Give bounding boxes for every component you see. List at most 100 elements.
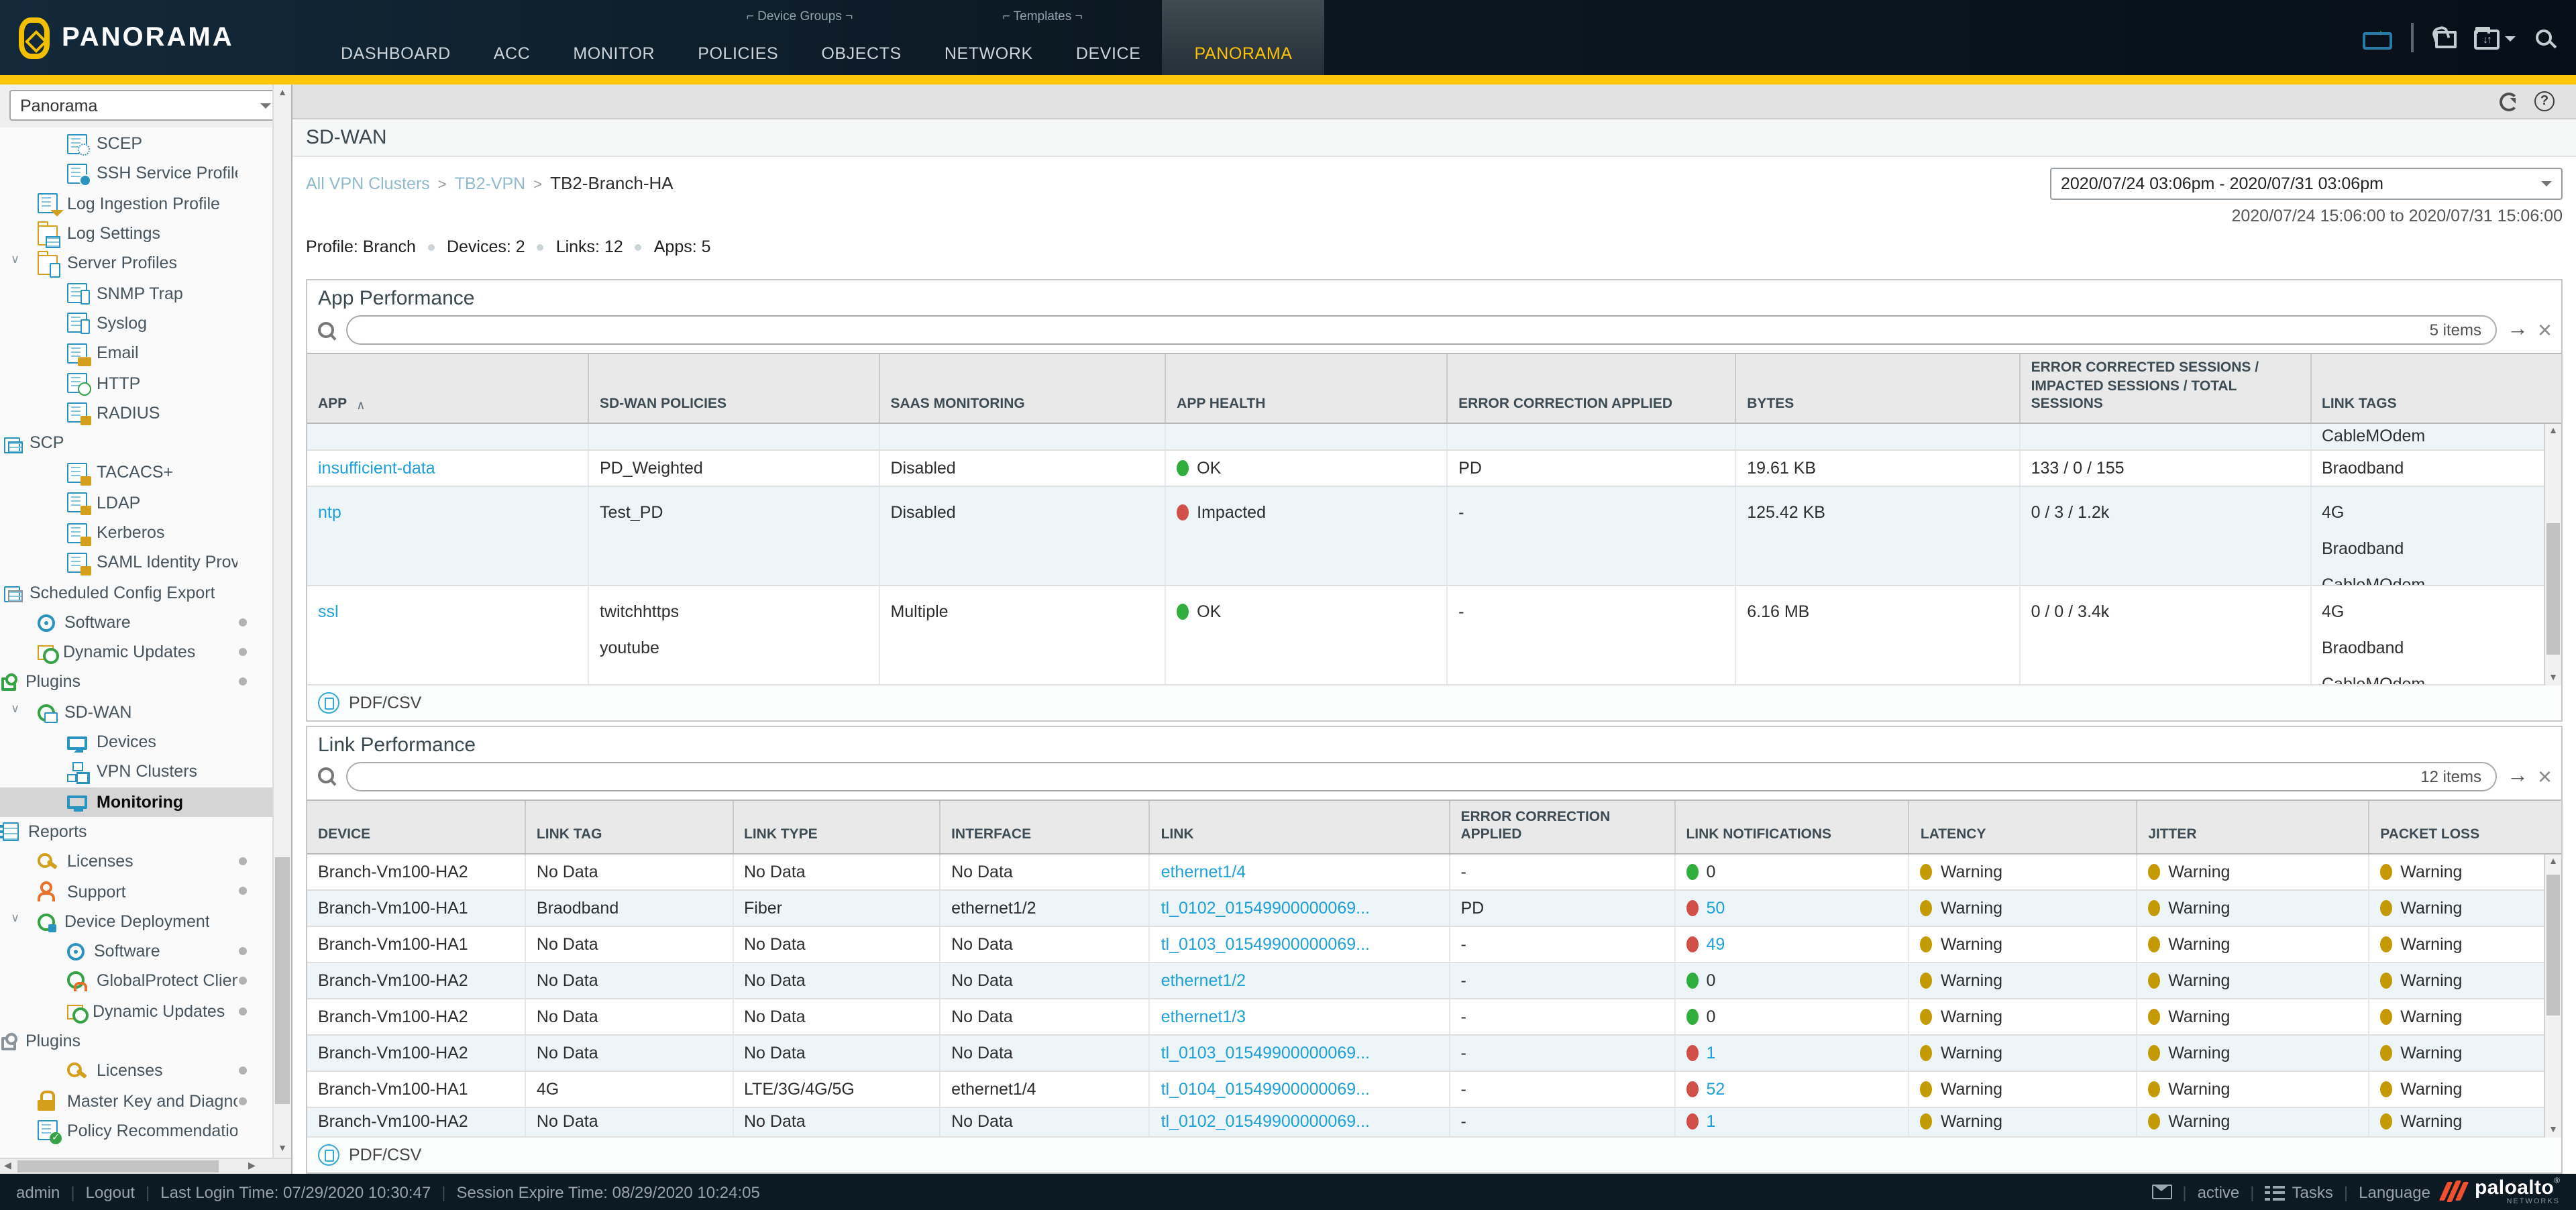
apply-filter-icon[interactable]: → <box>2507 766 2528 787</box>
sidebar-item-log-ingestion-profile[interactable]: Log Ingestion Profile <box>0 188 291 219</box>
sidebar-item-plugins[interactable]: Plugins <box>0 1026 291 1056</box>
table-row[interactable]: ntpTest_PDDisabledImpacted-125.42 KB0 / … <box>307 487 2561 586</box>
link[interactable]: insufficient-data <box>318 459 435 478</box>
scrollbar-thumb[interactable] <box>2546 874 2560 1015</box>
breadcrumb-item-tb2-vpn[interactable]: TB2-VPN <box>455 174 526 193</box>
sidebar-item-saml-identity-provider[interactable]: SAML Identity Provider <box>0 547 291 578</box>
link[interactable]: ethernet1/2 <box>1161 971 1246 990</box>
clear-filter-icon[interactable]: × <box>2538 319 2552 341</box>
sidebar-item-radius[interactable]: RADIUS <box>0 398 291 428</box>
app-performance-search-input[interactable]: 5 items <box>346 315 2498 345</box>
column-header-app[interactable]: APP∧ <box>307 354 589 423</box>
sidebar-item-scep[interactable]: SCEP <box>0 129 291 159</box>
sidebar-item-email[interactable]: Email <box>0 338 291 368</box>
column-header-link-tag[interactable]: LINK TAG <box>526 801 733 853</box>
column-header-link-notifications[interactable]: LINK NOTIFICATIONS <box>1675 801 1909 853</box>
tab-panorama[interactable]: PANORAMA <box>1163 0 1325 75</box>
clear-filter-icon[interactable]: × <box>2538 766 2552 787</box>
sidebar-item-policy-recommendation[interactable]: Policy Recommendation <box>0 1116 291 1146</box>
link[interactable]: 1 <box>1706 1044 1715 1062</box>
export-pdf-csv-button[interactable]: PDF/CSV <box>349 1146 421 1164</box>
scroll-up-icon[interactable]: ▲ <box>274 89 291 98</box>
column-header-link-type[interactable]: LINK TYPE <box>733 801 941 853</box>
link-performance-search-input[interactable]: 12 items <box>346 762 2498 791</box>
table-row[interactable]: Branch-Vm100-HA2No DataNo DataNo Dataeth… <box>307 963 2561 999</box>
column-header-error-corrected-sessions-impacted-sessions-total-sessions[interactable]: ERROR CORRECTED SESSIONS / IMPACTED SESS… <box>2021 354 2311 423</box>
tab-dashboard[interactable]: DASHBOARD <box>319 0 472 75</box>
link[interactable]: 49 <box>1706 935 1725 954</box>
link[interactable]: ssl <box>318 602 339 621</box>
scroll-down-icon[interactable]: ▼ <box>2545 1125 2561 1135</box>
language-button[interactable]: Language <box>2359 1182 2430 1201</box>
scroll-down-icon[interactable]: ▼ <box>2545 673 2561 683</box>
sidebar-item-tacacs[interactable]: TACACS+ <box>0 458 291 488</box>
sidebar-item-monitoring[interactable]: Monitoring <box>0 787 291 817</box>
column-header-error-correction-applied[interactable]: ERROR CORRECTION APPLIED <box>1450 801 1675 853</box>
column-header-device[interactable]: DEVICE <box>307 801 526 853</box>
link[interactable]: tl_0104_01549900000069... <box>1161 1080 1370 1099</box>
sidebar-item-globalprotect-client[interactable]: GlobalProtect Client <box>0 967 291 997</box>
tasks-icon[interactable] <box>2265 1184 2286 1200</box>
logout-button[interactable]: Logout <box>86 1182 135 1201</box>
column-header-link[interactable]: LINK <box>1150 801 1450 853</box>
sidebar-item-snmp-trap[interactable]: SNMP Trap <box>0 278 291 309</box>
sidebar-item-master-key-and-diagnostics[interactable]: Master Key and Diagnostics <box>0 1086 291 1116</box>
sidebar-horizontal-scrollbar[interactable]: ◀ ▶ <box>0 1158 291 1174</box>
scrollbar-thumb[interactable] <box>2546 523 2560 654</box>
table-row[interactable]: CableMOdem <box>307 424 2561 451</box>
scrollbar-thumb[interactable] <box>17 1160 219 1172</box>
sidebar-item-licenses[interactable]: Licenses <box>0 1056 291 1086</box>
link[interactable]: ethernet1/4 <box>1161 863 1246 881</box>
sidebar-item-scp[interactable]: SCP <box>0 428 291 458</box>
table-row[interactable]: insufficient-dataPD_WeightedDisabledOKPD… <box>307 451 2561 487</box>
link[interactable]: tl_0103_01549900000069... <box>1161 935 1370 954</box>
link[interactable]: ntp <box>318 503 341 522</box>
column-header-sd-wan-policies[interactable]: SD-WAN POLICIES <box>589 354 879 423</box>
tab-acc[interactable]: ACC <box>472 0 552 75</box>
sidebar-item-software[interactable]: Software <box>0 608 291 638</box>
tab-monitor[interactable]: MONITOR <box>551 0 676 75</box>
context-selector[interactable]: Panorama <box>9 90 282 121</box>
link-performance-vertical-scrollbar[interactable]: ▲▼ <box>2544 855 2561 1138</box>
scroll-up-icon[interactable]: ▲ <box>2545 857 2561 867</box>
sidebar-vertical-scrollbar[interactable]: ▲ ▼ <box>272 85 291 1158</box>
sidebar-item-http[interactable]: HTTP <box>0 368 291 398</box>
export-pdf-csv-button[interactable]: PDF/CSV <box>349 694 421 712</box>
table-row[interactable]: Branch-Vm100-HA14GLTE/3G/4G/5Gethernet1/… <box>307 1072 2561 1108</box>
sidebar-item-syslog[interactable]: Syslog <box>0 309 291 339</box>
column-header-jitter[interactable]: JITTER <box>2137 801 2369 853</box>
refresh-icon[interactable] <box>2500 92 2518 111</box>
scroll-down-icon[interactable]: ▼ <box>274 1144 291 1154</box>
table-row[interactable]: ssltwitchhttpsyoutubeMultipleOK-6.16 MB0… <box>307 586 2561 685</box>
column-header-link-tags[interactable]: LINK TAGS <box>2311 354 2561 423</box>
sidebar-item-kerberos[interactable]: Kerberos <box>0 518 291 548</box>
scroll-up-icon[interactable]: ▲ <box>2545 427 2561 436</box>
link[interactable]: tl_0102_01549900000069... <box>1161 1113 1370 1132</box>
sidebar-item-devices[interactable]: Devices <box>0 727 291 757</box>
chevron-down-icon[interactable] <box>2505 36 2516 47</box>
sidebar-item-scheduled-config-export[interactable]: Scheduled Config Export <box>0 578 291 608</box>
search-icon[interactable] <box>2536 30 2552 46</box>
sidebar-item-ssh-service-profile[interactable]: SSH Service Profile <box>0 159 291 189</box>
table-row[interactable]: Branch-Vm100-HA2No DataNo DataNo Datatl_… <box>307 1036 2561 1072</box>
sidebar-item-support[interactable]: Support <box>0 877 291 907</box>
table-row[interactable]: Branch-Vm100-HA2No DataNo DataNo Dataeth… <box>307 999 2561 1036</box>
link[interactable]: 50 <box>1706 899 1725 918</box>
scroll-left-icon[interactable]: ◀ <box>4 1159 11 1175</box>
apply-filter-icon[interactable]: → <box>2507 319 2528 341</box>
messages-icon[interactable] <box>2151 1185 2171 1199</box>
commit-push-icon[interactable]: ↓↑ <box>2474 30 2500 50</box>
table-row[interactable]: Branch-Vm100-HA1No DataNo DataNo Datatl_… <box>307 927 2561 963</box>
link[interactable]: ethernet1/3 <box>1161 1007 1246 1026</box>
app-performance-vertical-scrollbar[interactable]: ▲▼ <box>2544 424 2561 685</box>
date-range-select[interactable]: 2020/07/24 03:06pm - 2020/07/31 03:06pm <box>2050 168 2563 200</box>
sidebar-item-dynamic-updates[interactable]: Dynamic Updates <box>0 637 291 667</box>
sidebar-item-plugins[interactable]: Plugins <box>0 667 291 698</box>
breadcrumb-item-all-vpn-clusters[interactable]: All VPN Clusters <box>306 174 430 193</box>
scroll-right-icon[interactable]: ▶ <box>248 1159 256 1175</box>
sidebar-item-log-settings[interactable]: Log Settings <box>0 219 291 249</box>
help-icon[interactable]: ? <box>2534 91 2555 111</box>
sidebar-item-licenses[interactable]: Licenses <box>0 846 291 877</box>
commit-status-icon[interactable] <box>2361 25 2391 50</box>
link[interactable]: tl_0102_01549900000069... <box>1161 899 1370 918</box>
